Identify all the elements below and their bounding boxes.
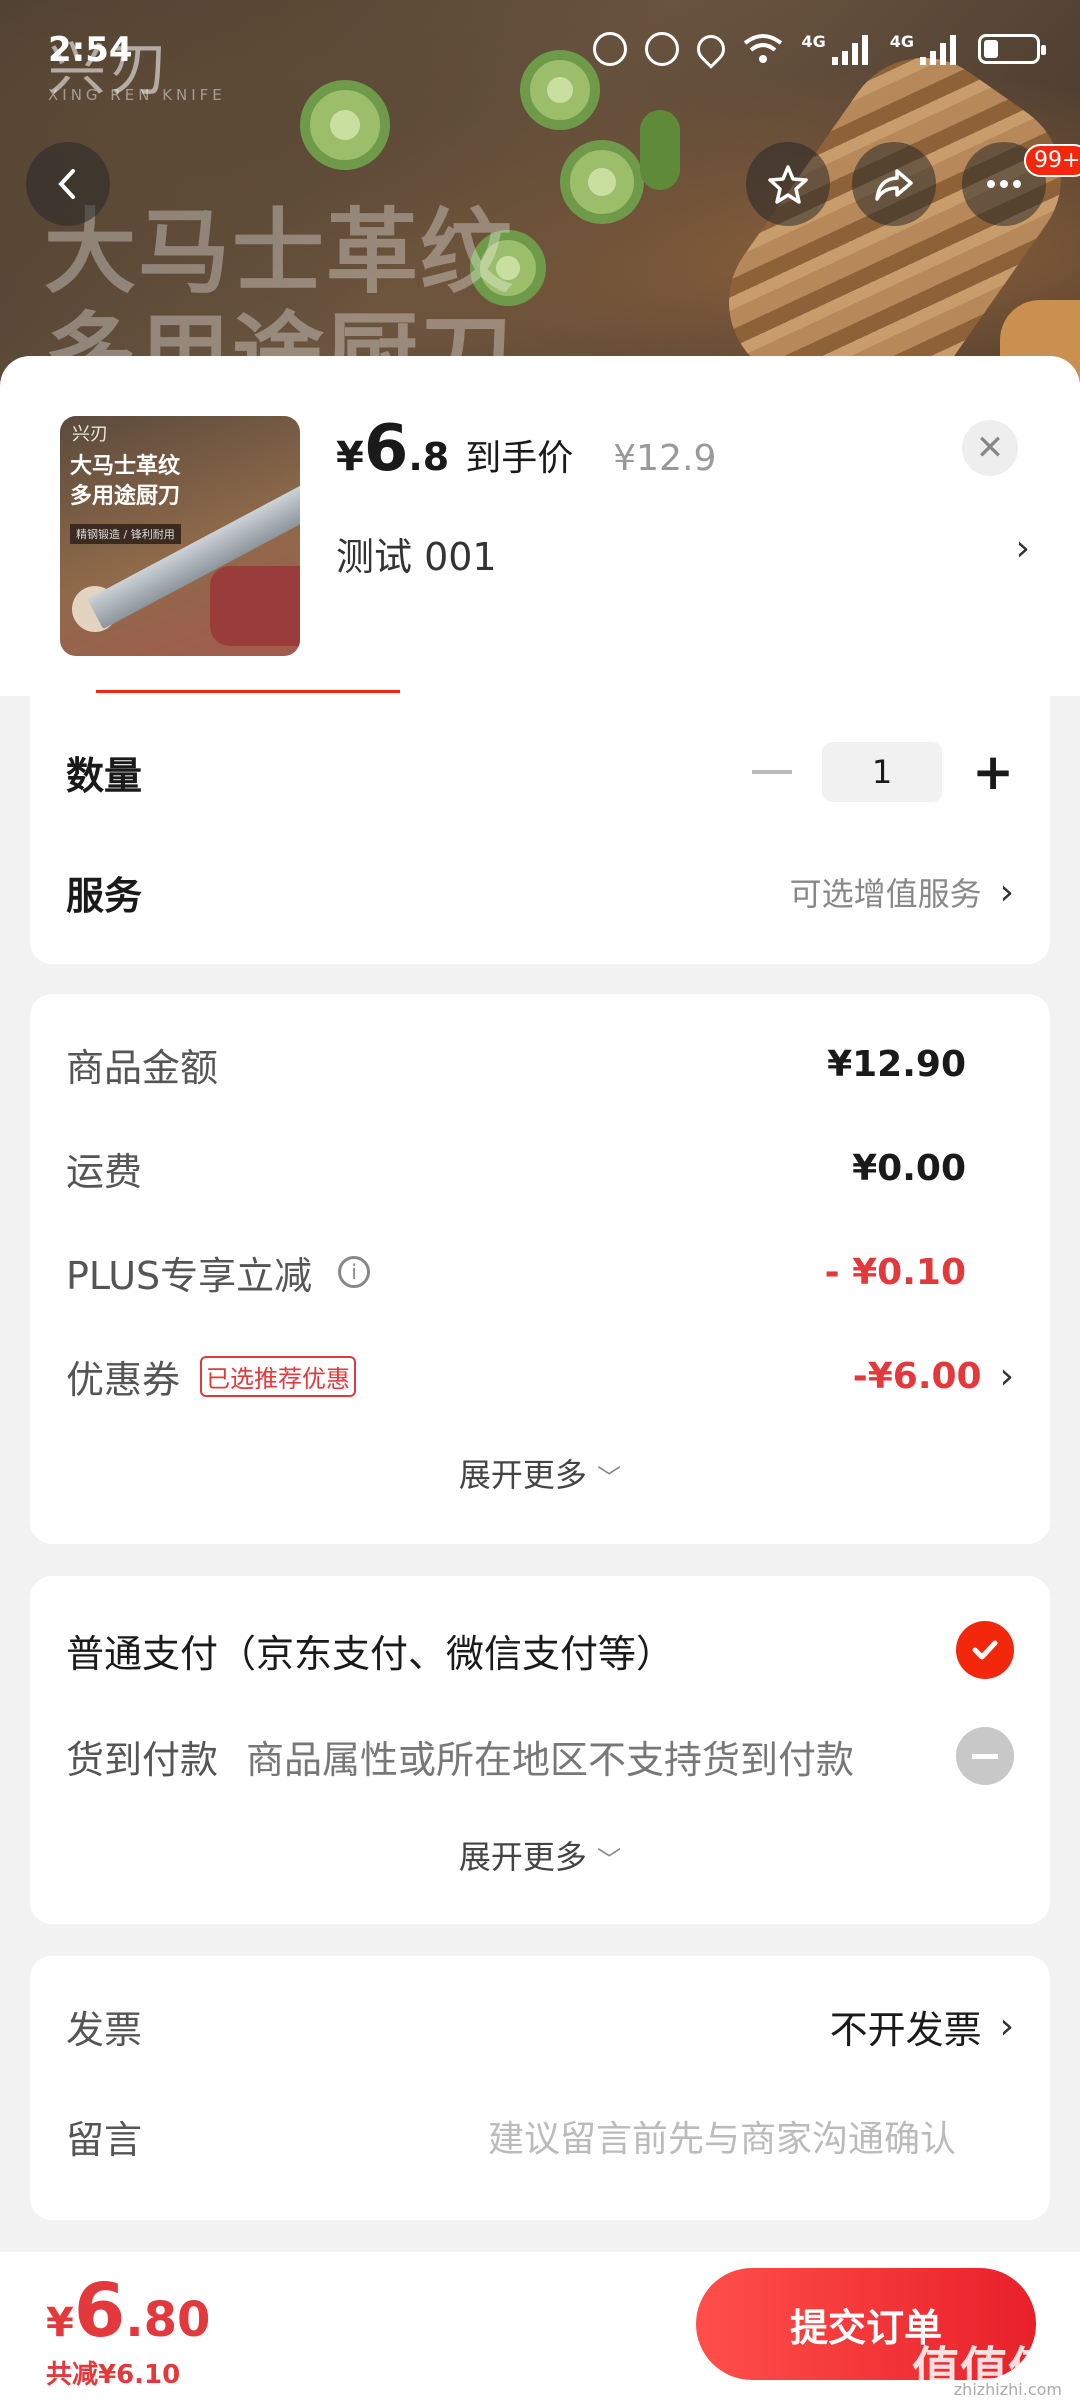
close-icon: ✕ <box>975 428 1005 468</box>
payment-cod-note: 商品属性或所在地区不支持货到付款 <box>246 1737 855 1782</box>
coupon-row[interactable]: 优惠券 已选推荐优惠 -¥6.00 › <box>66 1336 1014 1416</box>
plus-discount-label: PLUS专享立减 <box>66 1253 313 1298</box>
payment-cod-option: 货到付款 商品属性或所在地区不支持货到付款 <box>66 1716 1014 1796</box>
goods-amount-value: ¥12.90 <box>827 1043 966 1085</box>
total-integer: 6 <box>73 2268 126 2354</box>
status-icons: 4G 4G <box>593 29 1046 69</box>
close-button[interactable]: ✕ <box>962 420 1018 476</box>
watermark-sub: zhizhizhi.com <box>953 2380 1062 2399</box>
more-dots-icon <box>987 180 1021 188</box>
thumb-brand: 兴刃 <box>72 424 108 445</box>
message-count-badge: 99+ <box>1024 144 1080 177</box>
wifi-icon <box>744 34 783 63</box>
price-decimal: .8 <box>408 435 450 479</box>
remark-input[interactable]: 建议留言前先与商家沟通确认 <box>488 2110 956 2162</box>
okra-slice-graphic <box>300 80 390 170</box>
final-price: ¥ 6 .8 到手价 ¥12.9 <box>336 412 716 486</box>
price-label: 到手价 <box>465 438 574 479</box>
quantity-service-card: 数量 1 + 服务 可选增值服务 › <box>30 694 1050 964</box>
goods-amount-row: 商品金额 ¥12.90 <box>66 1024 1014 1104</box>
coupon-label: 优惠券 <box>66 1357 181 1402</box>
signal-icon <box>831 33 872 65</box>
service-label: 服务 <box>66 873 143 918</box>
chevron-right-icon: › <box>999 1355 1014 1397</box>
tab-indicator <box>96 690 400 693</box>
sku-selector[interactable]: 测试 001 <box>336 526 497 581</box>
network-label-1: 4G <box>801 31 826 51</box>
shipping-row: 运费 ¥0.00 <box>66 1128 1014 1208</box>
price-symbol: ¥ <box>336 434 364 480</box>
service-row[interactable]: 服务 可选增值服务 › <box>66 852 1014 932</box>
payment-normal-label: 普通支付（京东支付、微信支付等） <box>66 1631 675 1676</box>
thumb-strip: 精钢锻造 / 锋利耐用 <box>70 524 181 544</box>
chevron-down-icon: ﹀ <box>597 1846 622 1874</box>
goods-amount-label: 商品金额 <box>66 1045 219 1090</box>
increase-button[interactable]: + <box>972 747 1014 797</box>
disabled-icon <box>956 1727 1014 1785</box>
expand-label: 展开更多 <box>458 1838 587 1876</box>
payment-normal-option[interactable]: 普通支付（京东支付、微信支付等） <box>66 1610 1014 1690</box>
quantity-input[interactable]: 1 <box>822 742 943 802</box>
expand-label: 展开更多 <box>458 1456 587 1494</box>
share-icon <box>875 169 913 201</box>
okra-slice-graphic <box>520 50 600 130</box>
coupon-value: -¥6.00 <box>852 1355 982 1397</box>
info-icon[interactable]: i <box>338 1256 371 1288</box>
total-price: ¥ 6 .80 <box>46 2268 210 2354</box>
thumb-title: 大马士革纹 多用途厨刀 <box>70 452 180 512</box>
quantity-stepper: 1 + <box>752 742 1014 802</box>
okra-pod-graphic <box>640 110 680 190</box>
eye-icon <box>593 32 628 66</box>
shipping-value: ¥0.00 <box>852 1147 966 1189</box>
chevron-right-icon[interactable]: › <box>1016 528 1030 569</box>
invoice-value: 不开发票 <box>829 2007 982 2052</box>
meat-graphic <box>210 566 300 646</box>
favorite-button[interactable] <box>746 142 830 226</box>
payment-card: 普通支付（京东支付、微信支付等） 货到付款 商品属性或所在地区不支持货到付款 展… <box>30 1576 1050 1924</box>
remark-row: 留言 建议留言前先与商家沟通确认 <box>66 2096 1014 2176</box>
chevron-right-icon: › <box>999 871 1014 913</box>
fee-card: 商品金额 ¥12.90 运费 ¥0.00 PLUS专享立减 i - ¥0.10 … <box>30 994 1050 1544</box>
product-thumbnail[interactable]: 兴刃 大马士革纹 多用途厨刀 精钢锻造 / 锋利耐用 <box>60 416 300 656</box>
payment-cod-label: 货到付款 <box>66 1737 219 1782</box>
price-integer: 6 <box>363 412 409 486</box>
total-discount: 共减¥6.10 <box>46 2360 181 2390</box>
invoice-label: 发票 <box>66 2007 143 2052</box>
chevron-right-icon: › <box>999 2005 1014 2047</box>
invoice-row[interactable]: 发票 不开发票 › <box>66 1986 1014 2066</box>
hero-brand-sub: XING REN KNIFE <box>48 86 226 104</box>
check-icon[interactable] <box>956 1621 1014 1679</box>
plus-discount-row: PLUS专享立减 i - ¥0.10 <box>66 1232 1014 1312</box>
signal-icon <box>920 33 960 65</box>
location-icon <box>691 29 732 69</box>
star-icon <box>768 165 808 204</box>
quantity-label: 数量 <box>66 753 143 798</box>
alarm-icon <box>645 32 680 66</box>
share-button[interactable] <box>852 142 936 226</box>
decrease-button[interactable] <box>752 770 793 774</box>
status-time: 2:54 <box>48 30 133 70</box>
thumb-title-line1: 大马士革纹 <box>70 454 181 479</box>
payment-expand-more[interactable]: 展开更多 ﹀ <box>30 1832 1050 1878</box>
chevron-left-icon <box>58 169 75 199</box>
original-price: ¥12.9 <box>613 438 717 479</box>
fee-expand-more[interactable]: 展开更多 ﹀ <box>30 1450 1050 1496</box>
network-label-2: 4G <box>889 31 914 51</box>
service-value: 可选增值服务 <box>789 875 982 913</box>
thumb-title-line2: 多用途厨刀 <box>70 484 181 509</box>
back-button[interactable] <box>26 142 110 226</box>
remark-label: 留言 <box>66 2117 143 2162</box>
chevron-down-icon: ﹀ <box>597 1464 622 1492</box>
quantity-row: 数量 1 + <box>66 732 1014 812</box>
total-decimal: .80 <box>125 2292 211 2348</box>
total-symbol: ¥ <box>46 2300 74 2346</box>
invoice-remark-card: 发票 不开发票 › 留言 建议留言前先与商家沟通确认 <box>30 1956 1050 2220</box>
shipping-label: 运费 <box>66 1149 143 1194</box>
okra-slice-graphic <box>560 140 644 224</box>
battery-icon <box>978 34 1046 64</box>
plus-discount-value: - ¥0.10 <box>824 1251 966 1293</box>
coupon-tag: 已选推荐优惠 <box>200 1355 357 1397</box>
